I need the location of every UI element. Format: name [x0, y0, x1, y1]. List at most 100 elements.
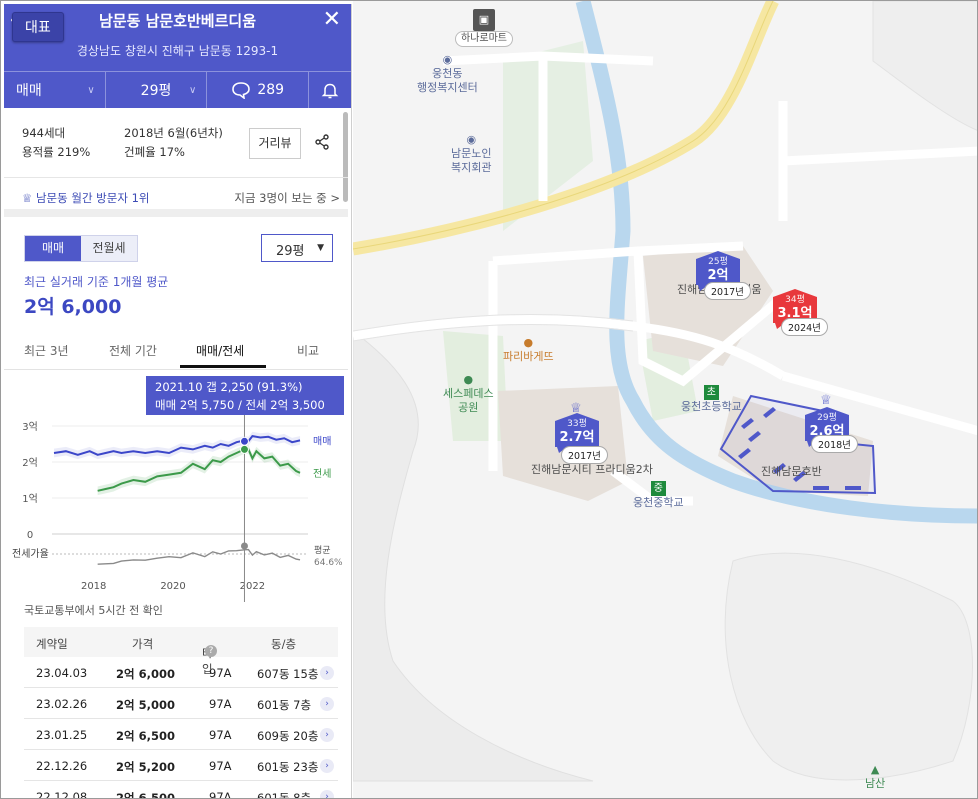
chart-size-label: 29평 [276, 244, 305, 259]
sale-tab[interactable]: 매매 [25, 236, 81, 261]
row-type: 97A [209, 697, 232, 711]
share-icon[interactable] [314, 134, 330, 155]
ratio-avg-value: 64.6% [314, 558, 343, 568]
row-price: 2억 6,500 [116, 729, 175, 743]
hill-contours [872, 1, 977, 131]
price-marker-new[interactable]: 34평 3.1억 2024년 [773, 289, 828, 336]
apt2-label[interactable]: 진해남문시티 프라디움2차 [531, 463, 653, 477]
bakery-label: 파리바게뜨 [503, 350, 554, 363]
comments-button[interactable]: 289 [207, 72, 310, 108]
chevron-right-icon[interactable]: › [320, 728, 334, 742]
notification-bell-button[interactable] [309, 72, 351, 108]
price-marker[interactable]: ♕ 33평 2.7억 2017년 [555, 401, 608, 464]
pin-icon: ◉ [442, 53, 453, 66]
row-date: 22.12.26 [36, 759, 88, 773]
row-unit: 601동 7층 [257, 698, 312, 712]
table-row[interactable]: 22.12.26 2억 5,200 97A 601동 23층 › [24, 750, 338, 781]
park-label: 세스페데스 공원 [443, 387, 494, 414]
rent-tab[interactable]: 전월세 [81, 236, 137, 261]
size-filter-select[interactable]: 29평 ∨ [106, 72, 208, 108]
tooltip-line-1: 2021.10 갭 2,250 (91.3%) [155, 380, 303, 394]
marker-size: 33평 [567, 419, 587, 429]
series-legend-label: 매매 [313, 435, 331, 447]
chart-tooltip: 2021.10 갭 2,250 (91.3%) 매매 2억 5,750 / 전세… [146, 376, 344, 415]
mountain-label: 남산 [865, 777, 886, 790]
row-date: 23.04.03 [36, 666, 88, 680]
active-tab-underline [180, 365, 266, 368]
price-basis: 최근 실거래 기준 1개월 평균 [24, 275, 169, 289]
chevron-right-icon[interactable]: › [320, 759, 334, 773]
app-frame: ← 대표 남문동 남문호반베르디움 ✕ 경상남도 창원시 진해구 남문동 129… [0, 0, 978, 799]
table-row[interactable]: 23.04.03 2억 6,000 97A 607동 15층 › [24, 657, 338, 688]
map-view[interactable]: ▣ 하나로마트 ◉ 웅천동 행정복지센터 ◉ 남문노인 복지회관 ● 파리바게뜨 ● 세… [353, 1, 977, 798]
marker-price: 2억 [707, 268, 729, 283]
tooltip-line-2: 매매 2억 5,750 / 전세 2억 3,500 [155, 398, 325, 412]
header-unit: 동/층 [271, 637, 297, 651]
complex-info: 944세대 용적률 219% 2018년 6월(6년차) 건폐율 17% 거리뷰 [4, 108, 351, 168]
chart-size-select[interactable]: 29평 ▼ [261, 234, 333, 262]
complex-detail-panel: ← 대표 남문동 남문호반베르디움 ✕ 경상남도 창원시 진해구 남문동 129… [4, 4, 352, 798]
middle-school-poi[interactable]: 중 웅천중학교 [633, 481, 684, 510]
deal-type-label: 매매 [16, 83, 42, 99]
street-view-button[interactable]: 거리뷰 [249, 128, 301, 159]
tab-all-period[interactable]: 전체 기간 [109, 342, 157, 359]
table-row[interactable]: 23.01.25 2억 6,500 97A 609동 20층 › [24, 719, 338, 750]
chevron-right-icon[interactable]: › [320, 790, 334, 798]
table-header: 계약일 가격 타입? 동/층 [24, 627, 338, 676]
welfare-poi[interactable]: ◉ 남문노인 복지회관 [451, 133, 491, 175]
complex-title: 남문동 남문호반베르디움 [98, 12, 257, 30]
pin-icon: ◉ [466, 133, 477, 146]
tab-recent-3y[interactable]: 최근 3년 [24, 342, 69, 359]
ratio-label: 전세가율 [12, 548, 49, 560]
post-poi[interactable]: ◉ 웅천동 행정복지센터 [417, 53, 478, 95]
mart-poi[interactable]: ▣ 하나로마트 [455, 9, 513, 47]
building-coverage-ratio: 건폐율 17% [124, 145, 185, 159]
apt3-label[interactable]: 진해남문호반 [761, 465, 822, 479]
price-marker[interactable]: 25평 2억 2017년 [696, 251, 751, 300]
mart-label: 하나로마트 [455, 31, 513, 47]
filter-bar: 매매 ∨ 29평 ∨ 289 [4, 71, 351, 108]
close-icon[interactable]: ✕ [323, 7, 341, 32]
park-poi[interactable]: ● 세스페데스 공원 [443, 373, 494, 415]
help-icon[interactable]: ? [205, 645, 217, 657]
marker-year: 2024년 [781, 318, 828, 336]
ratio-series-line [97, 548, 301, 565]
row-unit: 607동 15층 [257, 667, 319, 681]
hover-point-rent [239, 444, 249, 454]
tab-compare[interactable]: 비교 [297, 342, 319, 359]
sale-rent-toggle: 매매 전월세 [24, 235, 138, 262]
header-date: 계약일 [36, 637, 68, 651]
row-type: 97A [209, 759, 232, 773]
current-viewers: 지금 3명이 보는 중 > [234, 191, 340, 205]
deal-type-select[interactable]: 매매 ∨ [4, 72, 106, 108]
mountain-poi[interactable]: ▲ 남산 [865, 763, 885, 791]
row-type: 97A [209, 728, 232, 742]
tab-sale-rent[interactable]: 매매/전세 [196, 342, 244, 359]
row-unit: 609동 20층 [257, 729, 319, 743]
row-type: 97A [209, 790, 232, 798]
y-tick-label: 1억 [22, 493, 38, 505]
info-col-1: 944세대 용적률 219% [22, 124, 90, 162]
bakery-poi[interactable]: ● 파리바게뜨 [503, 336, 554, 364]
welfare-label: 남문노인 복지회관 [451, 147, 492, 174]
x-tick-label: 2022 [240, 581, 265, 592]
shopping-bag-icon: ▣ [473, 9, 495, 31]
visitor-rank: ♕ 남문동 월간 방문자 1위 [22, 190, 149, 206]
elem-badge: 초 [703, 385, 719, 400]
chevron-right-icon[interactable]: › [320, 666, 334, 680]
table-row[interactable]: 23.02.26 2억 5,000 97A 601동 7층 › [24, 688, 338, 719]
visitor-banner[interactable]: ♕ 남문동 월간 방문자 1위 지금 3명이 보는 중 > [4, 177, 348, 217]
price-marker-selected[interactable]: ♕ 29평 2.6억 2018년 [805, 393, 858, 453]
y-tick-label: 2억 [22, 457, 38, 469]
row-price: 2억 6,500 [116, 791, 175, 798]
series-legend-label: 전세 [313, 468, 331, 480]
hill-contours [724, 552, 973, 781]
elem-school-poi[interactable]: 초 웅천초등학교 [681, 385, 742, 414]
comment-icon [232, 82, 251, 99]
chevron-right-icon[interactable]: › [320, 697, 334, 711]
x-tick-label: 2020 [160, 581, 185, 592]
table-row[interactable]: 22.12.08 2억 6,500 97A 601동 8층 › [24, 781, 338, 798]
transaction-table: 계약일 가격 타입? 동/층 23.04.03 2억 6,000 97A 607동 1… [24, 627, 338, 798]
complex-address: 경상남도 창원시 진해구 남문동 1293-1 [76, 44, 279, 58]
middle-label: 웅천중학교 [633, 496, 684, 509]
